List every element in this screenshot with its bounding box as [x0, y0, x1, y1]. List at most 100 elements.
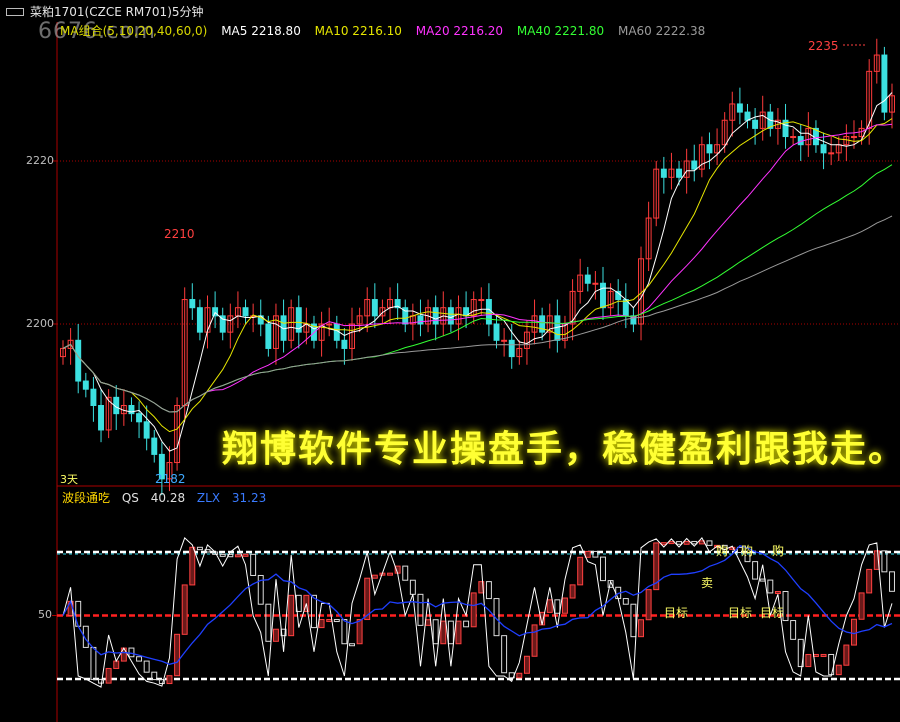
qs-step — [501, 635, 508, 674]
candle-body — [600, 282, 606, 309]
qs-step — [326, 619, 333, 623]
qs-step — [136, 656, 143, 662]
candle-body — [691, 160, 698, 170]
candle-body — [136, 413, 143, 423]
candle-body — [828, 152, 835, 155]
candle-body — [592, 282, 599, 285]
price-axis-label-2220: 2220 — [26, 154, 54, 167]
qs-step — [554, 599, 561, 614]
ma-legend-ma60: MA60 2222.38 — [617, 24, 706, 38]
signal-buy-2: 购 — [741, 544, 754, 558]
indicator-axis-label-50: 50 — [38, 608, 52, 621]
qs-step — [234, 554, 241, 558]
candle-body — [736, 103, 743, 113]
candle-body — [493, 323, 500, 341]
qs-step — [349, 643, 355, 647]
qs-step — [843, 644, 850, 666]
candle-body — [790, 136, 797, 139]
candle-body — [196, 307, 203, 333]
ma-legend: MA组合(5,10,20,40,60,0) MA5 2218.80 MA10 2… — [60, 22, 715, 39]
candle-body — [371, 299, 378, 317]
qs-step — [356, 619, 363, 645]
qs-step — [569, 584, 576, 599]
ma-legend-ma20: MA20 2216.20 — [415, 24, 504, 38]
ma-legend-ma40: MA40 2221.80 — [516, 24, 605, 38]
ma-legend-ma10: MA10 2216.10 — [314, 24, 402, 38]
qs-step — [828, 653, 835, 676]
qs-step — [660, 542, 667, 546]
annotation-high-left: 2210 — [164, 227, 195, 241]
qs-step — [485, 581, 492, 600]
qs-step — [265, 603, 272, 642]
qs-step — [835, 664, 842, 676]
qs-step — [166, 675, 173, 685]
qs-step — [858, 592, 865, 620]
candle-body — [265, 323, 272, 349]
price-axis-label-2200: 2200 — [26, 317, 54, 330]
ma-legend-combo: MA组合(5,10,20,40,60,0) — [60, 24, 208, 38]
indicator-name: 波段通吃 — [62, 491, 111, 505]
candle-body — [820, 144, 827, 154]
indicator-qs-value: 40.28 — [150, 491, 186, 505]
annotation-days: 3天 — [60, 473, 78, 486]
qs-step — [774, 591, 781, 595]
qs-step — [371, 574, 378, 579]
candle-body — [75, 339, 82, 382]
ma-legend-ma5: MA5 2218.80 — [221, 24, 301, 38]
qs-step — [242, 553, 249, 557]
candle-body — [326, 323, 333, 326]
qs-step — [561, 597, 568, 614]
qs-step — [425, 619, 432, 626]
qs-step — [272, 628, 279, 642]
candle-body — [851, 136, 857, 139]
qs-step — [463, 620, 470, 628]
qs-step — [143, 660, 150, 673]
candle-body — [501, 339, 508, 342]
qs-step — [409, 579, 416, 595]
candle-body — [189, 299, 196, 309]
signal-target-1: 目标 — [664, 606, 689, 620]
qs-step — [250, 553, 257, 576]
candle-body — [90, 388, 97, 407]
qs-step — [288, 594, 295, 637]
candle-body — [752, 119, 759, 129]
candle-body — [341, 339, 348, 349]
qs-step — [333, 619, 340, 623]
qs-step — [866, 568, 873, 594]
qs-step — [767, 579, 774, 594]
qs-step — [820, 653, 827, 657]
qs-step — [676, 541, 683, 545]
annotation-high-right: 2235 — [808, 39, 839, 53]
qs-step — [546, 599, 553, 613]
qs-step — [668, 541, 675, 545]
chart-title: 菜粕1701(CZCE RM701)5分钟 — [30, 5, 204, 19]
qs-step — [600, 556, 606, 582]
qs-step — [432, 619, 439, 645]
candle-body — [508, 339, 515, 358]
qs-step — [638, 619, 644, 638]
qs-step — [219, 553, 226, 557]
chart-window: 菜粕1701(CZCE RM701)5分钟 6676.com MA组合(5,10… — [0, 0, 900, 722]
qs-step — [584, 550, 591, 558]
candle-body — [98, 405, 104, 431]
qs-step — [174, 633, 181, 677]
candle-body — [432, 307, 439, 325]
qs-step — [189, 546, 196, 586]
qs-step — [523, 655, 530, 674]
signal-target-3: 目标 — [760, 606, 785, 620]
qs-step — [311, 594, 317, 629]
annotation-low: 2182 — [155, 472, 186, 486]
qs-step — [889, 571, 895, 592]
qs-step — [387, 572, 394, 576]
candle-body — [417, 315, 424, 325]
qs-step — [128, 647, 135, 658]
window-icon[interactable] — [6, 8, 24, 16]
candle-body — [660, 168, 667, 178]
qs-step — [105, 667, 112, 684]
qs-step — [181, 584, 188, 635]
qs-step — [706, 540, 713, 546]
qs-step — [447, 620, 454, 645]
qs-step — [516, 672, 523, 679]
qs-step — [90, 646, 97, 680]
candle-body — [584, 274, 591, 284]
